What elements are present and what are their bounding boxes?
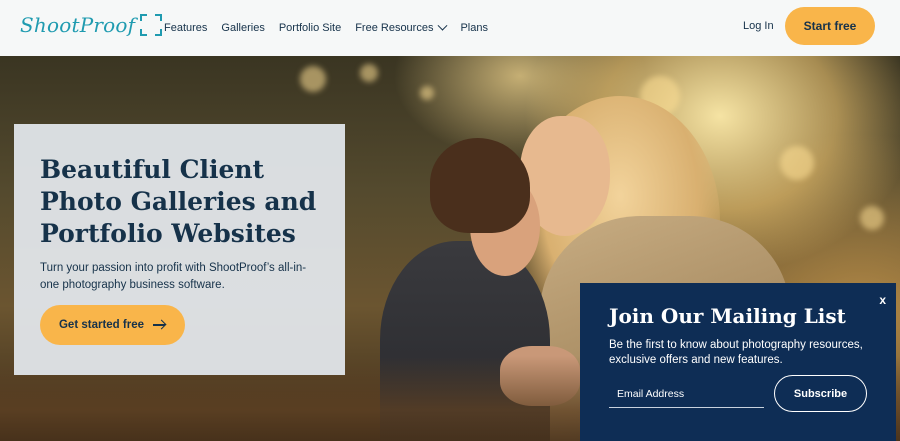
logo-bracket-icon [140, 14, 163, 36]
bokeh-light [780, 146, 814, 180]
shootproof-logo[interactable]: ShootProof [20, 13, 163, 37]
hero-title: Beautiful Client Photo Galleries and Por… [40, 155, 317, 248]
nav-item-galleries[interactable]: Galleries [221, 22, 264, 34]
nav-item-free-resources[interactable]: Free Resources [355, 20, 448, 34]
bokeh-light [860, 206, 884, 230]
mailing-title: Join Our Mailing List [609, 304, 846, 328]
hero-subtitle: Turn your passion into profit with Shoot… [40, 262, 307, 291]
bokeh-light [300, 66, 326, 92]
hero-card: Beautiful Client Photo Galleries and Por… [14, 124, 345, 375]
login-link[interactable]: Log In [743, 20, 774, 32]
email-field[interactable] [609, 380, 764, 408]
logo-wordmark: ShootProof [20, 13, 136, 37]
mailing-description: Be the first to know about photography r… [609, 339, 863, 366]
nav-label: Plans [460, 22, 488, 34]
site-header: ShootProof Features Galleries Portfolio … [0, 0, 900, 56]
nav-label: Galleries [221, 22, 265, 34]
arrow-right-icon [153, 320, 166, 330]
bokeh-light [420, 86, 434, 100]
get-started-free-button[interactable]: Get started free [40, 305, 185, 345]
nav-item-plans[interactable]: Plans [460, 22, 488, 34]
cta-label: Get started free [58, 319, 144, 331]
nav-label: Free Resources [355, 22, 434, 34]
start-free-button[interactable]: Start free [785, 7, 875, 45]
bokeh-light [360, 64, 378, 82]
boy-hair [430, 138, 530, 233]
nav-item-portfolio-site[interactable]: Portfolio Site [279, 22, 341, 34]
nav-label: Portfolio Site [278, 22, 342, 34]
nav-item-features[interactable]: Features [164, 22, 207, 34]
mailing-list-panel: x Join Our Mailing List Be the first to … [580, 283, 896, 441]
nav-label: Features [164, 22, 208, 34]
chevron-down-icon [438, 20, 448, 31]
main-nav: Features Galleries Portfolio Site Free R… [164, 0, 502, 56]
close-icon[interactable]: x [879, 293, 886, 307]
subscribe-button[interactable]: Subscribe [774, 375, 867, 412]
